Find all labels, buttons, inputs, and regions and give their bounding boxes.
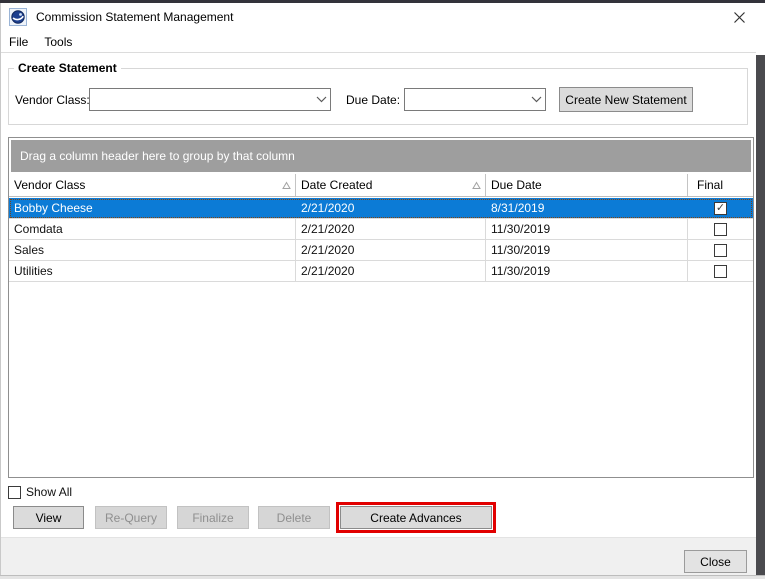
window-title: Commission Statement Management	[36, 10, 233, 24]
final-checkbox[interactable]	[714, 244, 727, 257]
action-buttons: View Re-Query Finalize Delete Create Advance…	[0, 506, 756, 530]
create-advances-button[interactable]: Create Advances	[340, 506, 492, 529]
cell-vendor-class[interactable]: Sales	[9, 240, 296, 260]
cell-date-created[interactable]: 2/21/2020	[296, 261, 486, 281]
table-row[interactable]: Sales 2/21/2020 11/30/2019	[9, 240, 753, 261]
cell-due-date[interactable]: 11/30/2019	[486, 219, 688, 239]
show-all-checkbox[interactable]	[8, 486, 21, 499]
sort-ascending-icon	[282, 181, 291, 190]
show-all-label: Show All	[26, 485, 72, 499]
cell-vendor-class[interactable]: Bobby Cheese	[9, 198, 296, 218]
cell-date-created[interactable]: 2/21/2020	[296, 240, 486, 260]
menu-bar: FileTools	[1, 31, 756, 53]
final-checkbox[interactable]	[714, 223, 727, 236]
vendor-class-combobox[interactable]	[89, 88, 331, 111]
cell-final[interactable]	[688, 219, 753, 239]
column-header-date-created[interactable]: Date Created	[296, 174, 486, 196]
delete-button: Delete	[258, 506, 330, 529]
dialog-footer: Close	[1, 537, 756, 575]
close-window-button[interactable]	[728, 7, 750, 27]
column-label: Vendor Class	[14, 178, 85, 192]
cell-vendor-class[interactable]: Comdata	[9, 219, 296, 239]
sort-ascending-icon	[472, 181, 481, 190]
due-date-label: Due Date:	[346, 93, 400, 107]
re-query-button: Re-Query	[95, 506, 167, 529]
menu-tools[interactable]: Tools	[36, 32, 80, 52]
table-row[interactable]: Bobby Cheese 2/21/2020 8/31/2019	[9, 198, 753, 219]
column-label: Final	[697, 178, 723, 192]
create-new-statement-button[interactable]: Create New Statement	[559, 87, 693, 112]
cell-vendor-class[interactable]: Utilities	[9, 261, 296, 281]
grid-header-row: Vendor Class Date Created Due Date Final	[9, 174, 753, 197]
table-row[interactable]: Comdata 2/21/2020 11/30/2019	[9, 219, 753, 240]
app-globe-icon	[9, 8, 27, 26]
chevron-down-icon	[527, 96, 545, 103]
vendor-class-label: Vendor Class:	[15, 93, 90, 107]
due-date-combobox[interactable]	[404, 88, 546, 111]
grid-rows: Bobby Cheese 2/21/2020 8/31/2019 Comdata…	[9, 198, 753, 477]
group-by-panel[interactable]: Drag a column header here to group by th…	[11, 140, 751, 172]
table-row[interactable]: Utilities 2/21/2020 11/30/2019	[9, 261, 753, 282]
cell-final[interactable]	[688, 240, 753, 260]
view-button[interactable]: View	[13, 506, 84, 529]
cell-due-date[interactable]: 11/30/2019	[486, 261, 688, 281]
close-button[interactable]: Close	[684, 550, 747, 573]
create-statement-group: Create Statement Vendor Class: Due Date:…	[8, 68, 748, 125]
background-window-bottom	[0, 575, 765, 579]
column-header-final[interactable]: Final	[688, 174, 753, 196]
commission-statement-dialog: Commission Statement Management FileTool…	[0, 0, 765, 579]
column-header-vendor-class[interactable]: Vendor Class	[9, 174, 296, 196]
column-header-due-date[interactable]: Due Date	[486, 174, 688, 196]
group-legend: Create Statement	[14, 61, 121, 75]
finalize-button: Finalize	[177, 506, 249, 529]
cell-date-created[interactable]: 2/21/2020	[296, 198, 486, 218]
show-all-control: Show All	[8, 485, 72, 499]
cell-date-created[interactable]: 2/21/2020	[296, 219, 486, 239]
column-label: Date Created	[301, 178, 372, 192]
cell-due-date[interactable]: 8/31/2019	[486, 198, 688, 218]
statements-grid: Drag a column header here to group by th…	[8, 137, 754, 478]
final-checkbox[interactable]	[714, 265, 727, 278]
cell-final[interactable]	[688, 198, 753, 218]
column-label: Due Date	[491, 178, 542, 192]
title-bar: Commission Statement Management	[1, 3, 756, 31]
cell-due-date[interactable]: 11/30/2019	[486, 240, 688, 260]
window-left-border	[0, 3, 1, 575]
final-checkbox[interactable]	[714, 202, 727, 215]
background-window-edge	[756, 55, 765, 575]
chevron-down-icon	[312, 96, 330, 103]
cell-final[interactable]	[688, 261, 753, 281]
menu-file[interactable]: File	[1, 32, 36, 52]
